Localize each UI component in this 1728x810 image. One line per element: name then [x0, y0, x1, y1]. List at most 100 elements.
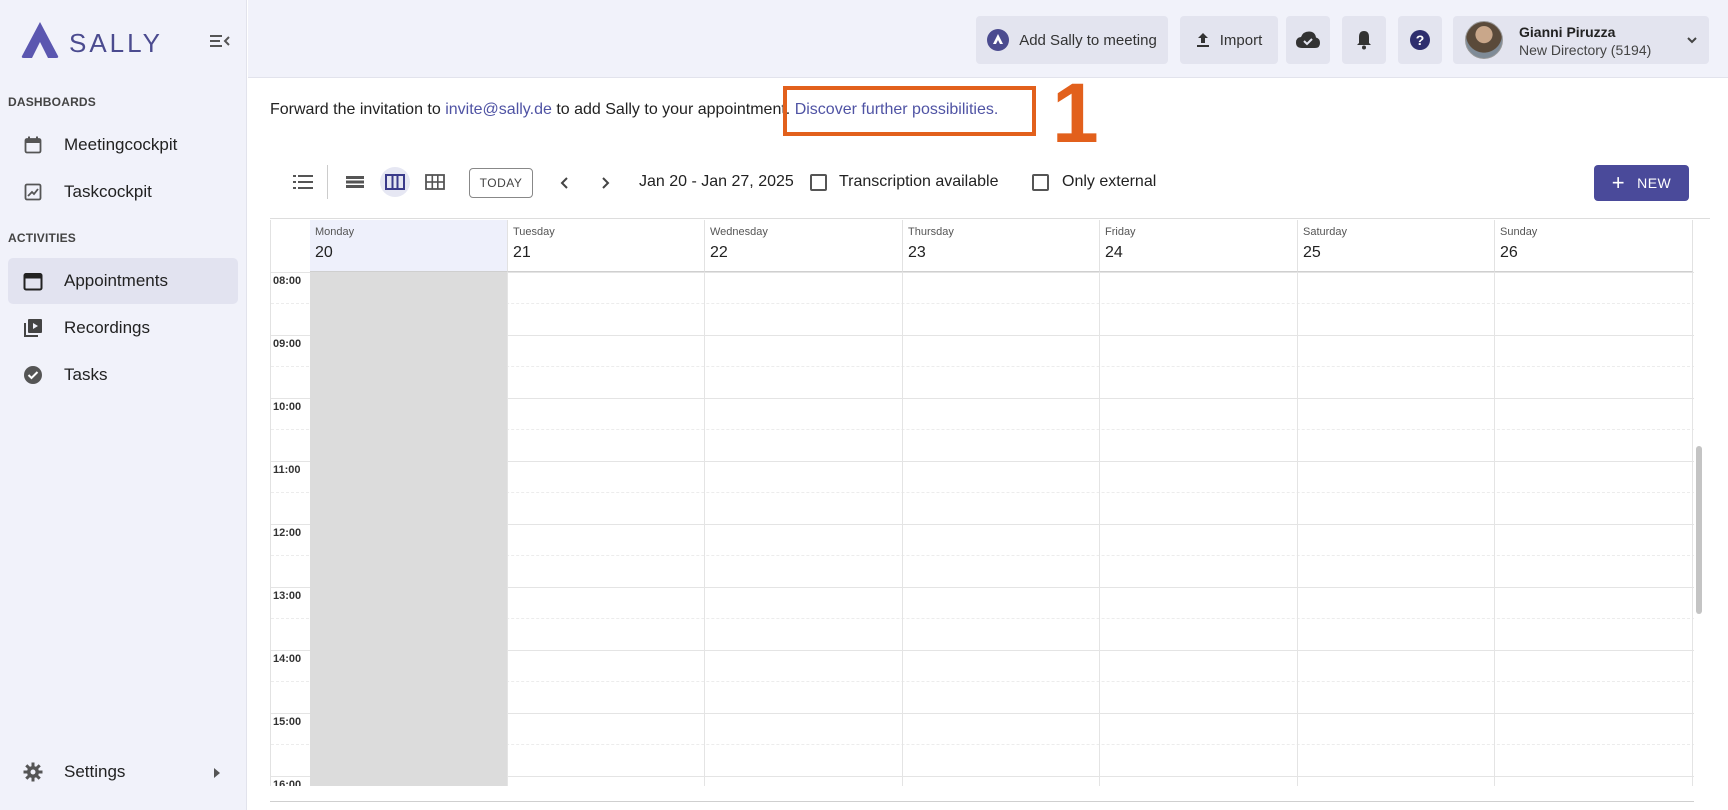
cloud-sync-button[interactable]	[1286, 16, 1330, 64]
new-label: NEW	[1637, 175, 1672, 191]
logo-text: SALLY	[69, 28, 164, 58]
user-directory: New Directory (5194)	[1519, 42, 1652, 58]
chevron-left-icon	[560, 177, 568, 189]
sidebar-item-meetingcockpit[interactable]: Meetingcockpit	[8, 122, 238, 168]
day-header-sunday[interactable]: Sunday 26	[1495, 220, 1693, 272]
day-number: 24	[1105, 244, 1123, 261]
sidebar: SALLY DASHBOARDS Meetingcockpit Taskcock…	[0, 0, 247, 810]
sidebar-item-label: Taskcockpit	[64, 182, 152, 201]
day-column-saturday[interactable]	[1298, 272, 1495, 786]
date-range-label: Jan 20 - Jan 27, 2025	[639, 173, 794, 190]
week-calendar: Monday 20 Tuesday 21 Wednesday 22 Thursday 23 Fr…	[270, 220, 1694, 786]
day-column-thursday[interactable]	[903, 272, 1100, 786]
section-dashboards: DASHBOARDS	[8, 95, 97, 109]
hint-middle: to add Sally to your appointment.	[556, 101, 791, 118]
logo[interactable]: SALLY	[18, 20, 233, 64]
transcription-checkbox[interactable]	[810, 174, 827, 191]
day-name: Sunday	[1500, 226, 1538, 238]
hint-prefix: Forward the invitation to	[270, 101, 441, 118]
sidebar-item-taskcockpit[interactable]: Taskcockpit	[8, 169, 238, 215]
next-week-button[interactable]	[593, 169, 617, 197]
only-external-checkbox[interactable]	[1032, 174, 1049, 191]
chevron-right-icon	[602, 177, 610, 189]
day-number: 25	[1303, 244, 1321, 261]
day-header-saturday[interactable]: Saturday 25	[1298, 220, 1495, 272]
sidebar-item-recordings[interactable]: Recordings	[8, 305, 238, 351]
day-column-sunday[interactable]	[1495, 272, 1693, 786]
day-header-thursday[interactable]: Thursday 23	[903, 220, 1100, 272]
previous-week-button[interactable]	[553, 169, 577, 197]
sidebar-item-tasks[interactable]: Tasks	[8, 352, 238, 398]
day-header-monday[interactable]: Monday 20	[310, 220, 508, 272]
month-view-icon	[425, 174, 445, 190]
add-sally-label: Add Sally to meeting	[1019, 31, 1157, 49]
hour-label: 10:00	[273, 401, 302, 413]
chart-icon	[21, 180, 45, 204]
hour-label: 11:00	[273, 464, 301, 476]
plus-icon: +	[1611, 170, 1626, 195]
month-view-button[interactable]	[420, 167, 450, 197]
list-view-icon	[293, 175, 313, 189]
day-column-wednesday[interactable]	[705, 272, 903, 786]
sidebar-item-settings[interactable]: Settings	[8, 749, 238, 795]
today-button[interactable]: TODAY	[469, 168, 533, 198]
day-view-button[interactable]	[340, 167, 370, 197]
section-activities: ACTIVITIES	[8, 231, 77, 245]
sally-logo-icon	[21, 22, 59, 58]
topbar: Add Sally to meeting Import ? Gianni Pir…	[248, 0, 1728, 78]
add-sally-to-meeting-button[interactable]: Add Sally to meeting	[976, 16, 1168, 64]
invite-email-link[interactable]: invite@sally.de	[445, 101, 552, 118]
new-appointment-button[interactable]: + NEW	[1594, 165, 1689, 201]
day-number: 20	[315, 244, 333, 261]
sidebar-item-appointments[interactable]: Appointments	[8, 258, 238, 304]
user-menu[interactable]: Gianni Piruzza New Directory (5194)	[1453, 16, 1709, 64]
day-name: Thursday	[908, 226, 954, 238]
app-root: SALLY DASHBOARDS Meetingcockpit Taskcock…	[0, 0, 1728, 810]
bell-icon	[1357, 31, 1371, 50]
check-circle-icon	[21, 363, 45, 387]
import-button[interactable]: Import	[1180, 16, 1278, 64]
day-header-friday[interactable]: Friday 24	[1100, 220, 1298, 272]
notifications-button[interactable]	[1342, 16, 1386, 64]
hour-label: 12:00	[273, 527, 302, 539]
day-name: Saturday	[1303, 226, 1348, 238]
list-view-button[interactable]	[288, 167, 318, 197]
cloud-done-icon	[1296, 31, 1320, 48]
annotation-step-number: 1	[1052, 66, 1099, 160]
hour-label: 14:00	[273, 653, 302, 665]
hour-label: 16:00	[273, 779, 302, 786]
day-number: 23	[908, 244, 926, 261]
user-name: Gianni Piruzza	[1519, 24, 1616, 40]
day-header-tuesday[interactable]: Tuesday 21	[508, 220, 705, 272]
day-number: 26	[1500, 244, 1518, 261]
day-header-wednesday[interactable]: Wednesday 22	[705, 220, 903, 272]
upload-icon	[1196, 32, 1210, 48]
avatar	[1465, 21, 1503, 59]
hour-label: 08:00	[273, 275, 302, 287]
sidebar-item-label: Tasks	[64, 365, 108, 384]
sidebar-item-label: Meetingcockpit	[64, 135, 178, 154]
collapse-sidebar-button[interactable]	[204, 28, 236, 54]
day-column-friday[interactable]	[1100, 272, 1298, 786]
day-name: Monday	[315, 226, 355, 238]
annotation-highlight-box	[783, 86, 1036, 136]
sally-round-icon	[987, 29, 1010, 51]
day-name: Wednesday	[710, 226, 768, 238]
help-button[interactable]: ?	[1398, 16, 1442, 64]
calendar-scrollbar[interactable]	[1696, 446, 1702, 614]
calendar-icon	[21, 269, 45, 293]
day-column-monday[interactable]	[310, 272, 508, 786]
week-view-icon	[385, 174, 405, 190]
transcription-label: Transcription available	[839, 173, 999, 190]
chevron-down-icon	[1687, 37, 1697, 44]
help-icon: ?	[1410, 30, 1430, 50]
toolbar-divider	[327, 165, 328, 199]
calendar-dashboard-icon	[21, 133, 45, 157]
day-number: 22	[710, 244, 728, 261]
calendar-toolbar: TODAY Jan 20 - Jan 27, 2025 Transcriptio…	[270, 145, 1710, 219]
calendar-bottom-border	[270, 801, 1694, 802]
day-column-tuesday[interactable]	[508, 272, 705, 786]
sidebar-item-label: Recordings	[64, 318, 150, 337]
week-view-button[interactable]	[380, 167, 410, 197]
hour-label: 13:00	[273, 590, 302, 602]
